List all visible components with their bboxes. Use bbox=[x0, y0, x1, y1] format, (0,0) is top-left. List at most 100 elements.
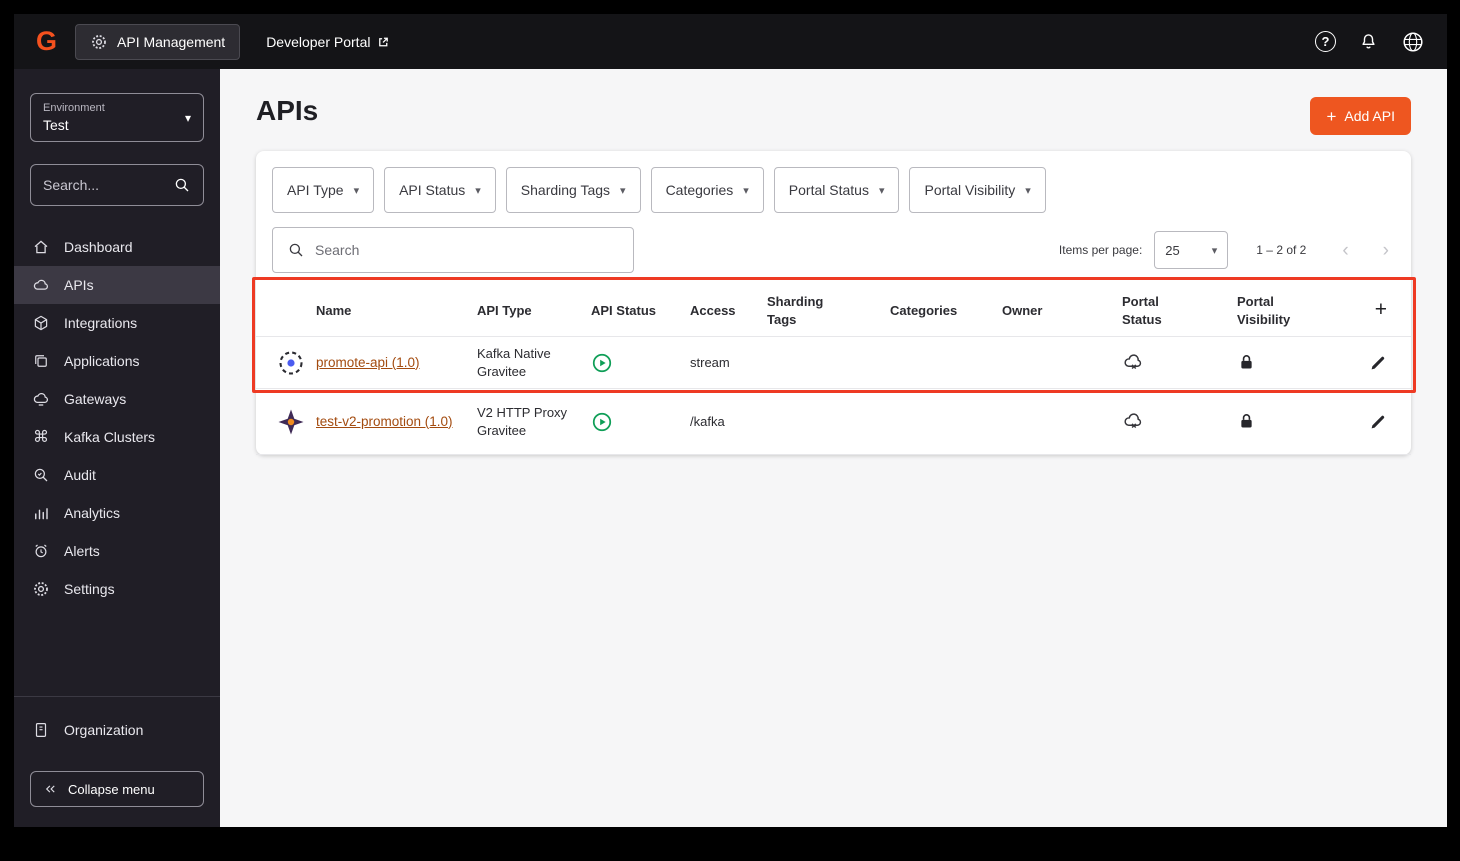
kafka-native-api-icon bbox=[276, 340, 316, 386]
collapse-menu-button[interactable]: Collapse menu bbox=[30, 771, 204, 807]
table-row-test-v2-promotion: test-v2-promotion (1.0) V2 HTTP Proxy Gr… bbox=[256, 389, 1411, 456]
owner-cell bbox=[1002, 355, 1122, 371]
sidebar-item-settings[interactable]: Settings bbox=[14, 570, 220, 608]
environment-label: Environment bbox=[43, 102, 105, 114]
api-name-link[interactable]: test-v2-promotion (1.0) bbox=[316, 414, 453, 429]
help-icon[interactable]: ? bbox=[1315, 31, 1336, 52]
api-name-link[interactable]: promote-api (1.0) bbox=[316, 355, 420, 370]
chevron-down-icon: ▾ bbox=[1025, 184, 1031, 197]
sidebar-bottom: Organization Collapse menu bbox=[14, 696, 220, 827]
edit-pencil-icon[interactable] bbox=[1369, 354, 1387, 372]
pagination: Items per page: 25 ▾ 1 – 2 of 2 ‹ › bbox=[1059, 231, 1395, 269]
add-column-icon[interactable]: + bbox=[1375, 296, 1387, 324]
sidebar-item-label: Settings bbox=[64, 581, 115, 597]
edit-pencil-icon[interactable] bbox=[1369, 413, 1387, 431]
sidebar: Environment Test ▾ Dashboard APIs Integr… bbox=[14, 69, 220, 827]
user-globe-avatar[interactable] bbox=[1401, 30, 1425, 54]
pagination-range: 1 – 2 of 2 bbox=[1256, 243, 1307, 257]
items-per-page-select[interactable]: 25 ▾ bbox=[1154, 231, 1229, 269]
sidebar-item-alerts[interactable]: Alerts bbox=[14, 532, 220, 570]
sidebar-item-apis[interactable]: APIs bbox=[14, 266, 220, 304]
api-status-started-icon bbox=[591, 344, 690, 382]
previous-page-icon[interactable]: ‹ bbox=[1342, 241, 1348, 260]
portal-status-unpublished-icon bbox=[1122, 403, 1237, 441]
chevron-down-icon: ▾ bbox=[620, 184, 626, 197]
column-header-api-type: API Type bbox=[477, 302, 532, 318]
filter-api-status[interactable]: API Status ▾ bbox=[384, 167, 496, 213]
gear-icon bbox=[90, 33, 108, 51]
next-page-icon[interactable]: › bbox=[1383, 241, 1389, 260]
sharding-tags-cell bbox=[767, 414, 890, 430]
filter-portal-status[interactable]: Portal Status ▾ bbox=[773, 167, 900, 213]
table-search[interactable] bbox=[272, 227, 634, 273]
column-header-api-status: API Status bbox=[591, 302, 657, 318]
chevron-down-icon: ▾ bbox=[353, 184, 360, 197]
notifications-bell-icon[interactable] bbox=[1358, 31, 1379, 52]
column-header-portal-visibility: Portal Visibility bbox=[1237, 294, 1291, 327]
command-icon: ⌘ bbox=[33, 427, 49, 446]
collapse-icon bbox=[43, 782, 58, 797]
filter-categories[interactable]: Categories ▾ bbox=[650, 167, 764, 213]
chevron-down-icon: ▾ bbox=[1211, 244, 1218, 257]
sidebar-item-analytics[interactable]: Analytics bbox=[14, 494, 220, 532]
sidebar-divider bbox=[14, 696, 220, 697]
table-toolbar: Items per page: 25 ▾ 1 – 2 of 2 ‹ › bbox=[256, 227, 1411, 273]
sidebar-search[interactable] bbox=[30, 164, 204, 206]
access-cell: stream bbox=[690, 354, 730, 370]
items-per-page-label: Items per page: bbox=[1058, 243, 1143, 257]
cloud-gateway-icon bbox=[32, 390, 50, 408]
sidebar-item-integrations[interactable]: Integrations bbox=[14, 304, 220, 342]
api-management-button[interactable]: API Management bbox=[75, 23, 241, 60]
filter-sharding-tags[interactable]: Sharding Tags ▾ bbox=[505, 167, 641, 213]
search-icon bbox=[287, 241, 305, 259]
access-cell: /kafka bbox=[690, 413, 725, 429]
environment-value: Test bbox=[43, 117, 69, 133]
column-header-name: Name bbox=[316, 302, 352, 318]
apis-card: API Type ▾ API Status ▾ Sharding Tags ▾ … bbox=[256, 151, 1411, 456]
search-icon bbox=[173, 176, 191, 194]
api-type-cell: Kafka Native Gravitee bbox=[477, 346, 551, 379]
sidebar-item-label: Kafka Clusters bbox=[64, 429, 156, 445]
add-api-button[interactable]: + Add API bbox=[1310, 97, 1411, 135]
package-icon bbox=[32, 314, 50, 332]
sidebar-item-dashboard[interactable]: Dashboard bbox=[14, 228, 220, 266]
external-link-icon bbox=[377, 35, 390, 48]
copy-icon bbox=[32, 352, 50, 370]
portal-status-unpublished-icon bbox=[1122, 344, 1237, 382]
sidebar-item-label: Alerts bbox=[64, 543, 100, 559]
sidebar-item-label: Integrations bbox=[64, 315, 138, 331]
plus-icon: + bbox=[1326, 106, 1337, 126]
sharding-tags-cell bbox=[767, 355, 890, 371]
sidebar-item-label: Applications bbox=[64, 353, 140, 369]
sidebar-item-gateways[interactable]: Gateways bbox=[14, 380, 220, 418]
table-search-input[interactable] bbox=[315, 242, 619, 258]
column-header-categories: Categories bbox=[890, 302, 958, 318]
sidebar-item-applications[interactable]: Applications bbox=[14, 342, 220, 380]
column-header-portal-status: Portal Status bbox=[1122, 294, 1162, 327]
sidebar-item-label: Organization bbox=[64, 722, 144, 738]
sidebar-nav: Dashboard APIs Integrations Applications… bbox=[14, 228, 220, 608]
gravitee-logo[interactable]: G bbox=[36, 28, 57, 55]
v2-proxy-api-icon bbox=[276, 399, 316, 445]
sidebar-item-kafka-clusters[interactable]: ⌘ Kafka Clusters bbox=[14, 418, 220, 456]
developer-portal-link[interactable]: Developer Portal bbox=[266, 34, 390, 50]
collapse-menu-label: Collapse menu bbox=[68, 781, 155, 797]
bar-chart-icon bbox=[32, 504, 50, 522]
sidebar-search-input[interactable] bbox=[43, 177, 165, 193]
categories-cell bbox=[890, 355, 1002, 371]
cloud-icon bbox=[32, 276, 50, 294]
table-header-row: Name API Type API Status Access Sharding… bbox=[256, 285, 1411, 338]
environment-select[interactable]: Environment Test ▾ bbox=[30, 93, 204, 142]
sidebar-item-audit[interactable]: Audit bbox=[14, 456, 220, 494]
add-api-label: Add API bbox=[1344, 108, 1395, 124]
main-header: APIs + Add API bbox=[256, 95, 1411, 135]
column-header-access: Access bbox=[690, 302, 736, 318]
filter-portal-visibility[interactable]: Portal Visibility ▾ bbox=[909, 167, 1046, 213]
sidebar-item-label: Analytics bbox=[64, 505, 121, 521]
categories-cell bbox=[890, 414, 1002, 430]
column-header-sharding-tags: Sharding Tags bbox=[767, 294, 824, 327]
developer-portal-label: Developer Portal bbox=[266, 33, 371, 50]
top-bar: G API Management Developer Portal ? bbox=[14, 14, 1447, 69]
sidebar-item-organization[interactable]: Organization bbox=[14, 711, 220, 749]
filter-api-type[interactable]: API Type ▾ bbox=[272, 167, 375, 213]
